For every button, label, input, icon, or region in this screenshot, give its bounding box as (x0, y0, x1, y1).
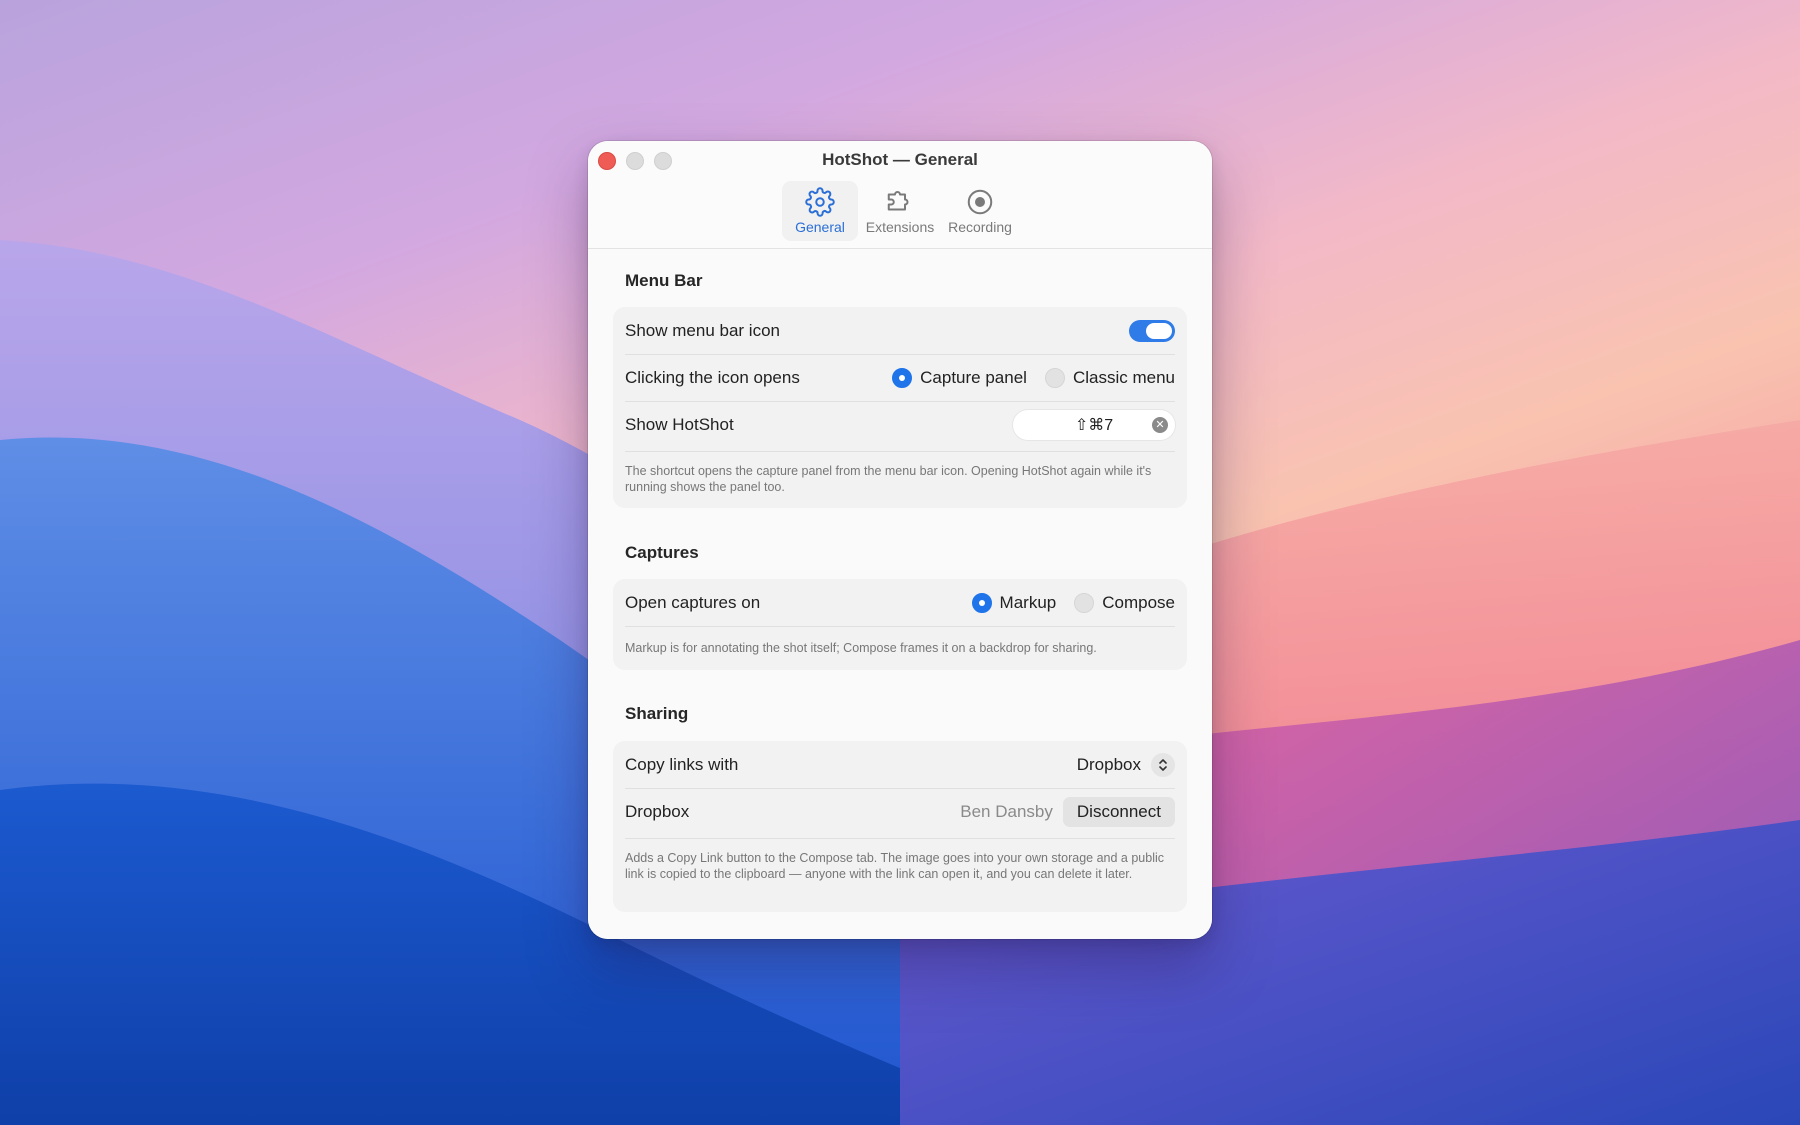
clicking-icon-opens-label: Clicking the icon opens (625, 367, 800, 387)
captures-section-title: Captures (625, 543, 699, 562)
show-menu-bar-icon-row: Show menu bar icon (613, 307, 1187, 354)
tab-general[interactable]: General (782, 181, 858, 241)
radio-capture-panel-label: Capture panel (920, 367, 1027, 387)
disconnect-button[interactable]: Disconnect (1062, 796, 1175, 827)
radio-compose[interactable]: Compose (1074, 592, 1175, 613)
row-divider (625, 626, 1175, 627)
radio-capture-panel-dot (892, 367, 913, 388)
tab-recording-label: Recording (948, 219, 1012, 235)
tab-extensions-label: Extensions (865, 219, 935, 235)
copy-links-with-label: Copy links with (625, 754, 739, 774)
radio-capture-panel[interactable]: Capture panel (892, 367, 1027, 388)
copy-links-with-value: Dropbox (1076, 754, 1141, 774)
menu-bar-note: The shortcut opens the capture panel fro… (625, 464, 1152, 494)
copy-links-with-select[interactable]: Dropbox (1076, 752, 1175, 777)
captures-note: Markup is for annotating the shot itself… (625, 641, 1097, 655)
radio-classic-menu[interactable]: Classic menu (1044, 367, 1175, 388)
tab-extensions[interactable]: Extensions (862, 181, 938, 241)
row-divider (625, 838, 1175, 839)
settings-window: HotShot — General General Extensions Rec… (588, 141, 1212, 939)
shortcut-keys: ⇧⌘7 (1074, 416, 1114, 434)
show-menu-bar-icon-label: Show menu bar icon (625, 320, 780, 340)
copy-links-with-row: Copy links with Dropbox (613, 741, 1187, 788)
show-menu-bar-icon-toggle[interactable] (1129, 319, 1175, 342)
show-hotshot-label: Show HotShot (625, 414, 734, 434)
clicking-icon-opens-radio-group: Capture panel Classic menu (892, 367, 1175, 388)
radio-compose-label: Compose (1102, 592, 1175, 612)
dropbox-account-row: Dropbox Ben Dansby Disconnect (613, 788, 1187, 835)
open-captures-radio-group: Markup Compose (971, 592, 1175, 613)
chevron-up-down-icon (1151, 752, 1175, 777)
radio-markup-dot (971, 592, 992, 613)
captures-group: Open captures on Markup Compose Markup i… (613, 579, 1187, 670)
show-hotshot-row: Show HotShot ⇧⌘7 ✕ (613, 401, 1187, 448)
menu-bar-group: Show menu bar icon Clicking the icon ope… (613, 307, 1187, 508)
row-divider (625, 451, 1175, 452)
radio-classic-menu-label: Classic menu (1072, 367, 1175, 387)
sharing-note: Adds a Copy Link button to the Compose t… (625, 851, 1164, 881)
preferences-tabs: General Extensions Recording (588, 181, 1212, 241)
radio-markup[interactable]: Markup (971, 592, 1057, 613)
settings-content: Menu Bar Show menu bar icon Clicking the… (588, 249, 1212, 939)
menu-bar-section-title: Menu Bar (625, 271, 703, 290)
dropbox-account-name: Ben Dansby (960, 801, 1053, 821)
open-captures-on-row: Open captures on Markup Compose (613, 579, 1187, 626)
radio-compose-dot (1074, 592, 1095, 613)
tab-recording[interactable]: Recording (942, 181, 1018, 241)
clicking-icon-opens-row: Clicking the icon opens Capture panel Cl… (613, 354, 1187, 401)
window-title: HotShot — General (822, 150, 978, 169)
radio-classic-menu-dot (1044, 367, 1065, 388)
sharing-group: Copy links with Dropbox Dropbox Ben Dans… (613, 741, 1187, 912)
open-captures-on-label: Open captures on (625, 592, 761, 612)
radio-markup-label: Markup (999, 592, 1057, 612)
title-bar: HotShot — General General Extensions Rec… (588, 141, 1212, 249)
shortcut-recorder-field[interactable]: ⇧⌘7 ✕ (1013, 409, 1175, 440)
tab-general-label: General (795, 219, 845, 235)
record-icon (967, 189, 993, 215)
gear-icon (805, 187, 835, 217)
sharing-section-title: Sharing (625, 704, 689, 723)
dropbox-label: Dropbox (625, 801, 690, 821)
dropbox-account: Ben Dansby Disconnect (960, 796, 1175, 827)
clear-shortcut-icon[interactable]: ✕ (1152, 416, 1168, 433)
toggle-knob (1146, 322, 1172, 339)
puzzle-icon (887, 191, 909, 211)
